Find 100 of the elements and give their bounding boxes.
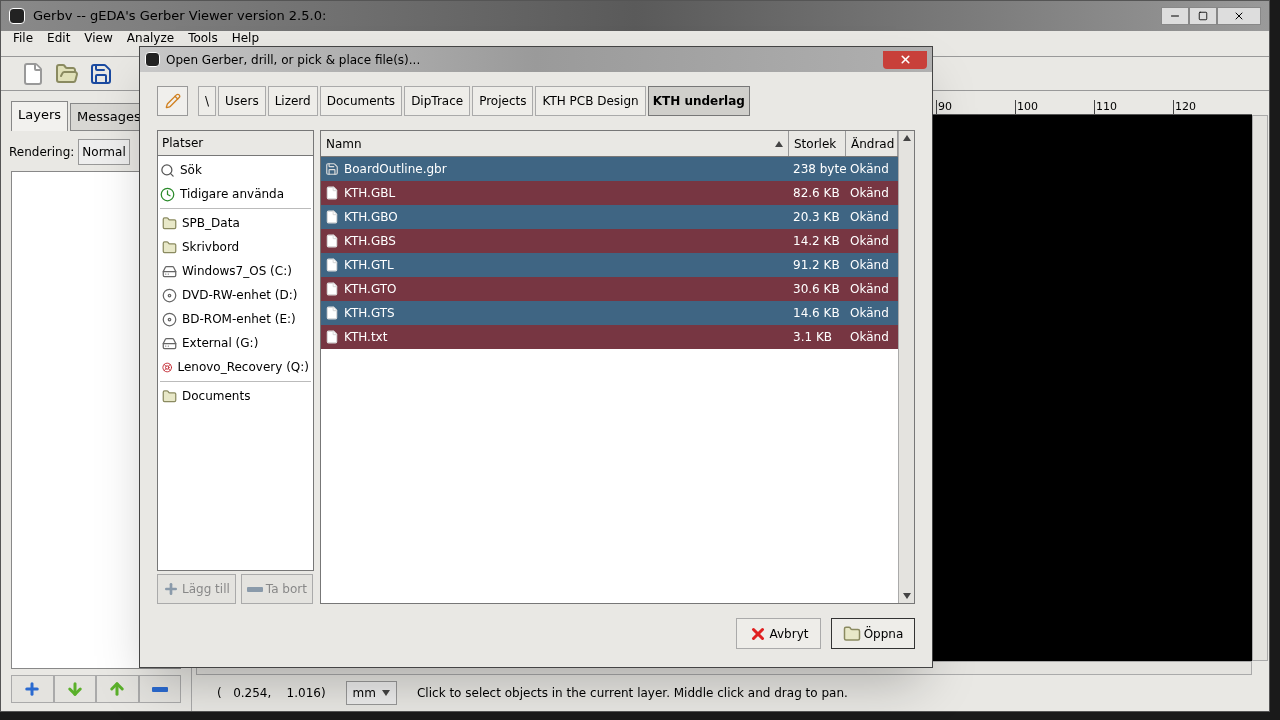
place-item[interactable]: Windows7_OS (C:) (160, 259, 311, 283)
column-header[interactable]: Storlek (789, 131, 846, 156)
file-size: 238 byte (792, 161, 846, 178)
remove-button[interactable] (138, 675, 181, 703)
folder-icon (162, 388, 177, 404)
minus-icon (246, 586, 263, 592)
folder-icon (162, 239, 177, 255)
close-button[interactable] (883, 50, 927, 69)
menu-item[interactable]: Tools (188, 32, 218, 45)
column-header[interactable]: Platser (158, 131, 313, 156)
folder-icon[interactable] (55, 61, 79, 86)
file-modified: Okänd (849, 257, 890, 274)
ruler-label: 100 (1015, 100, 1094, 114)
menu-item[interactable]: View (84, 32, 113, 45)
path-button[interactable]: KTH underlag (647, 86, 750, 116)
file-name: KTH.GTS (344, 305, 395, 322)
place-item[interactable]: DVD-RW-enhet (D:) (160, 283, 311, 307)
file-modified: Okänd (849, 281, 890, 298)
menu-item[interactable]: File (13, 32, 34, 45)
file-name: BoardOutline.gbr (344, 161, 447, 178)
clock-icon (160, 186, 175, 202)
menu-item[interactable]: Help (231, 32, 260, 45)
file-size: 3.1 KB (792, 329, 833, 346)
file-size: 30.6 KB (792, 281, 841, 298)
file-size: 91.2 KB (792, 257, 841, 274)
file-icon (325, 186, 339, 200)
path-button[interactable]: DipTrace (404, 86, 471, 116)
file-row[interactable]: KTH.GTL 91.2 KB Okänd (321, 253, 898, 277)
ruler-label: 110 (1094, 100, 1173, 114)
place-item[interactable]: BD-ROM-enhet (E:) (160, 307, 311, 331)
place-item[interactable]: External (G:) (160, 331, 311, 355)
drive-icon (162, 335, 177, 351)
menu-item[interactable]: Analyze (126, 32, 175, 45)
file-size: 82.6 KB (792, 185, 841, 202)
close-button[interactable] (1217, 7, 1261, 25)
file-icon (325, 210, 339, 224)
file-row[interactable]: KTH.GBO 20.3 KB Okänd (321, 205, 898, 229)
move-down-button[interactable] (53, 675, 96, 703)
path-button[interactable]: Users (218, 86, 266, 116)
file-modified: Okänd (849, 305, 890, 322)
disc-icon (162, 287, 177, 303)
file-size: 14.2 KB (792, 233, 841, 250)
vertical-scrollbar[interactable] (1252, 115, 1268, 661)
add-button[interactable] (11, 675, 54, 703)
minus-icon (151, 686, 168, 692)
file-icon (325, 234, 339, 248)
file-modified: Okänd (849, 209, 890, 226)
move-up-button[interactable] (96, 675, 139, 703)
unit-dropdown[interactable]: mm (345, 681, 397, 705)
file-icon (325, 306, 339, 320)
file-row[interactable]: KTH.GBL 82.6 KB Okänd (321, 181, 898, 205)
place-item[interactable]: Sök (158, 158, 313, 182)
panel-tab[interactable]: Layers (11, 101, 69, 131)
place-item[interactable]: Lenovo_Recovery (Q:) (160, 355, 311, 379)
path-button[interactable]: Lizerd (267, 86, 318, 116)
place-item[interactable]: Tidigare använda (158, 182, 313, 206)
file-row[interactable]: KTH.txt 3.1 KB Okänd (321, 325, 898, 349)
cancel-button[interactable]: Avbryt (736, 618, 821, 649)
file-row[interactable]: KTH.GTS 14.6 KB Okänd (321, 301, 898, 325)
place-item[interactable]: SPB_Data (160, 211, 311, 235)
file-row[interactable]: BoardOutline.gbr 238 byte Okänd (321, 157, 898, 181)
dialog-title: Open Gerber, drill, or pick & place file(s)... (166, 51, 421, 69)
drive-icon (162, 263, 177, 279)
file-name: KTH.GBS (344, 233, 396, 250)
ruler-label: 90 (936, 100, 1015, 114)
minimize-button[interactable] (1161, 7, 1189, 25)
path-button[interactable]: KTH PCB Design (535, 86, 646, 116)
path-button[interactable]: Documents (319, 86, 403, 116)
file-icon (325, 282, 339, 296)
vertical-scrollbar[interactable] (898, 131, 914, 603)
file-modified: Okänd (849, 233, 890, 250)
rendering-dropdown[interactable]: Normal (78, 138, 130, 165)
file-modified: Okänd (849, 329, 890, 346)
file-size: 14.6 KB (792, 305, 841, 322)
maximize-button[interactable] (1189, 7, 1217, 25)
save-icon[interactable] (89, 61, 113, 86)
column-header[interactable]: Namn (321, 131, 789, 156)
file-name: KTH.txt (344, 329, 388, 346)
close-icon (898, 53, 912, 66)
new-file-icon[interactable] (21, 61, 45, 86)
open-button[interactable]: Öppna (831, 618, 915, 649)
folder-icon (162, 215, 177, 231)
place-item[interactable]: Skrivbord (160, 235, 311, 259)
file-name: KTH.GBL (344, 185, 396, 202)
file-modified: Okänd (849, 161, 890, 178)
app-icon (9, 8, 25, 24)
window-title: Gerbv -- gEDA's Gerber Viewer version 2.5.0: (33, 7, 327, 26)
edit-location-button[interactable] (157, 86, 188, 116)
status-message: Click to select objects in the current layer. Middle click and drag to pan. (417, 685, 848, 702)
sort-arrow-icon (775, 140, 783, 147)
rendering-label: Rendering: (9, 143, 75, 161)
coordinates-text: ( 0.254, 1.016) (217, 685, 326, 702)
file-row[interactable]: KTH.GTO 30.6 KB Okänd (321, 277, 898, 301)
scroll-down-icon (902, 593, 911, 599)
path-button[interactable]: Projects (472, 86, 534, 116)
file-size: 20.3 KB (792, 209, 841, 226)
file-row[interactable]: KTH.GBS 14.2 KB Okänd (321, 229, 898, 253)
menu-item[interactable]: Edit (47, 32, 71, 45)
place-item[interactable]: Documents (160, 384, 311, 408)
path-button[interactable]: \ (198, 86, 217, 116)
